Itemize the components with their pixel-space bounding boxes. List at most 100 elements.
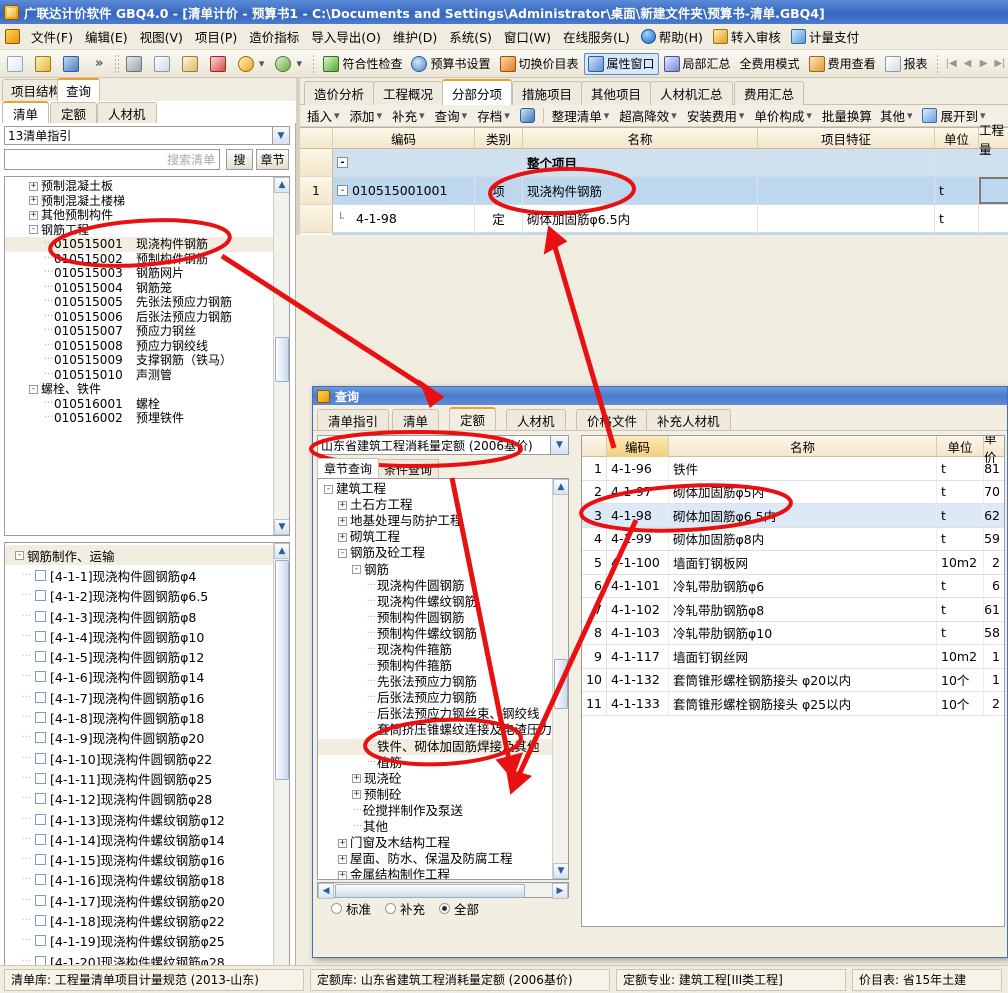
quota-tree-node[interactable]: +预制砼 [318,787,552,803]
tree-toggle-icon[interactable]: + [338,871,347,879]
tree-toggle-icon[interactable]: + [29,196,38,205]
tree-toggle-icon[interactable]: + [338,517,347,526]
row-name[interactable]: 墙面钉钢丝网 [669,645,937,668]
table-row[interactable]: 84-1-103冷轧带肋钢筋φ10t58 [582,622,1004,646]
list-tree-node[interactable]: ···010515010声测管 [5,368,273,383]
menu-item-window[interactable]: 窗口(W) [498,24,557,49]
scroll-thumb-h2[interactable] [335,884,525,898]
row-price[interactable]: 81 [984,457,1004,480]
grid-col-name[interactable]: 名称 [523,128,758,149]
list-item-checkbox[interactable] [35,590,46,601]
list-item-checkbox[interactable] [35,915,46,926]
toolbar-grip-3[interactable] [936,54,941,74]
quota-library-combo[interactable]: 山东省建筑工程消耗量定额 (2006基价) ▼ [317,435,569,455]
menu-item-transfer-audit[interactable]: 转入审核 [708,25,786,48]
list-item-checkbox[interactable] [35,814,46,825]
list-item-checkbox[interactable] [35,753,46,764]
quota-tree-hscrollbar[interactable]: ◀ ▶ [317,882,569,898]
dtab-list-guide[interactable]: 清单指引 [317,409,389,430]
high-altitude-button[interactable]: 超高降效▾ [615,106,683,125]
list-item[interactable]: ···[4-1-3]现浇构件圆钢筋φ8 [5,606,273,626]
table-row[interactable]: 1-010515001001项现浇构件钢筋t [300,177,1008,205]
new-file-button[interactable] [3,53,30,75]
quota-tree-node[interactable]: ···砼搅拌制作及泵送 [318,803,552,819]
row-code[interactable]: 4-1-99 [607,528,669,551]
table-row[interactable]: 114-1-133套筒锥形螺栓钢筋接头 φ25以内10个2 [582,692,1004,716]
list-tree-node[interactable]: ···010515002预制构件钢筋 [5,252,273,267]
tree-toggle-icon[interactable]: - [29,385,38,394]
quota-tree-node[interactable]: ···预制构件螺纹钢筋 [318,626,552,642]
row-price[interactable]: 6 [984,575,1004,598]
list-tree-node[interactable]: ···010516002预埋铁件 [5,411,273,426]
row-price[interactable]: 61 [984,598,1004,621]
scroll-up-icon-2[interactable]: ▲ [274,543,290,559]
row-unit[interactable]: 10m2 [937,645,984,668]
row-name[interactable]: 整个项目 [523,149,758,176]
row-feature[interactable] [758,177,935,204]
cut-button[interactable] [122,53,149,75]
list-tree-node[interactable]: ···010516001螺栓 [5,397,273,412]
chevron-down-icon-archive[interactable]: ▾ [502,109,512,122]
quota-tree-node[interactable]: -钢筋及砼工程 [318,545,552,561]
scroll-up-icon[interactable]: ▲ [274,177,290,193]
nav-first-button[interactable]: |◀ [943,55,959,73]
organize-list-button[interactable]: 整理清单▾ [548,106,616,125]
row-code[interactable]: 4-1-97 [607,481,669,504]
row-type[interactable] [475,149,523,176]
list-item[interactable]: ···[4-1-1]现浇构件圆钢筋φ4 [5,565,273,585]
search-button[interactable]: 搜 [226,149,253,170]
tab-project-overview[interactable]: 工程概况 [373,81,443,105]
list-item-checkbox[interactable] [35,935,46,946]
grid-col-unit[interactable]: 单位 [935,128,979,149]
row-name[interactable]: 套筒锥形螺栓钢筋接头 φ25以内 [669,692,937,715]
quota-tree-node[interactable]: -建筑工程 [318,481,552,497]
list-item[interactable]: ···[4-1-14]现浇构件螺纹钢筋φ14 [5,829,273,849]
menu-item-measurement-payment[interactable]: 计量支付 [786,25,864,48]
supplement-button[interactable]: 补充▾ [388,106,431,125]
list-item-checkbox[interactable] [35,692,46,703]
menu-item-maintain[interactable]: 维护(D) [387,24,443,49]
quota-tree-node[interactable]: ···先张法预应力钢筋 [318,674,552,690]
row-unit[interactable]: 10个 [937,669,984,692]
list-item[interactable]: ···[4-1-18]现浇构件螺纹钢筋φ22 [5,910,273,930]
tab-query[interactable]: 查询 [57,78,100,101]
chapter-button[interactable]: 章节 [256,149,289,170]
list-item[interactable]: ···[4-1-6]现浇构件圆钢筋φ14 [5,667,273,687]
list-tree-node[interactable]: ···010515007预应力钢丝 [5,324,273,339]
quota-tree-node[interactable]: ···现浇构件箍筋 [318,642,552,658]
dgrid-col-code[interactable]: 编码 [607,436,669,457]
tab-measure-item[interactable]: 措施项目 [512,81,582,105]
list-item-checkbox[interactable] [35,631,46,642]
row-code[interactable]: 4-1-100 [607,551,669,574]
row-code[interactable]: 4-1-117 [607,645,669,668]
quota-tree-node[interactable]: ···套筒挤压锥螺纹连接及电渣压力焊 [318,722,552,738]
list-tree-node[interactable]: ···010515003钢筋网片 [5,266,273,281]
row-unit[interactable]: t [935,205,979,232]
delete-button[interactable] [206,53,233,75]
tree-toggle-icon[interactable]: - [15,551,24,560]
row-quantity[interactable] [979,149,1008,176]
quota-tree-node[interactable]: ···现浇构件圆钢筋 [318,578,552,594]
quota-tree-node[interactable]: ···其他 [318,819,552,835]
tree-toggle-icon[interactable]: - [324,485,333,494]
quota-tree-node[interactable]: +土石方工程 [318,497,552,513]
quota-tree-node[interactable]: +砌筑工程 [318,529,552,545]
row-price[interactable]: 58 [984,622,1004,645]
redo-dropdown-icon[interactable]: ▾ [294,57,304,70]
chevron-down-icon[interactable]: ▼ [272,127,289,144]
scroll-down-icon[interactable]: ▼ [274,519,290,535]
row-code[interactable]: 4-1-101 [607,575,669,598]
tree-toggle-icon[interactable]: + [29,182,38,191]
dsubtab-chapter-query[interactable]: 章节查询 [317,458,379,478]
list-tree-node[interactable]: ···010515004钢筋笼 [5,281,273,296]
list-item[interactable]: ···[4-1-4]现浇构件圆钢筋φ10 [5,626,273,646]
nav-last-button[interactable]: ▶| [992,55,1008,73]
report-button[interactable]: 报表 [881,53,932,75]
list-item[interactable]: ···[4-1-5]现浇构件圆钢筋φ12 [5,646,273,666]
row-quantity[interactable] [979,205,1008,232]
toolbar-overflow-button[interactable]: » [87,56,111,71]
grid-col-qty[interactable]: 工程量 [979,128,1008,149]
row-name[interactable]: 冷轧带肋钢筋φ8 [669,598,937,621]
quota-tree-node[interactable]: ···植筋 [318,755,552,771]
batch-convert-button[interactable]: 批量换算 [818,106,876,125]
